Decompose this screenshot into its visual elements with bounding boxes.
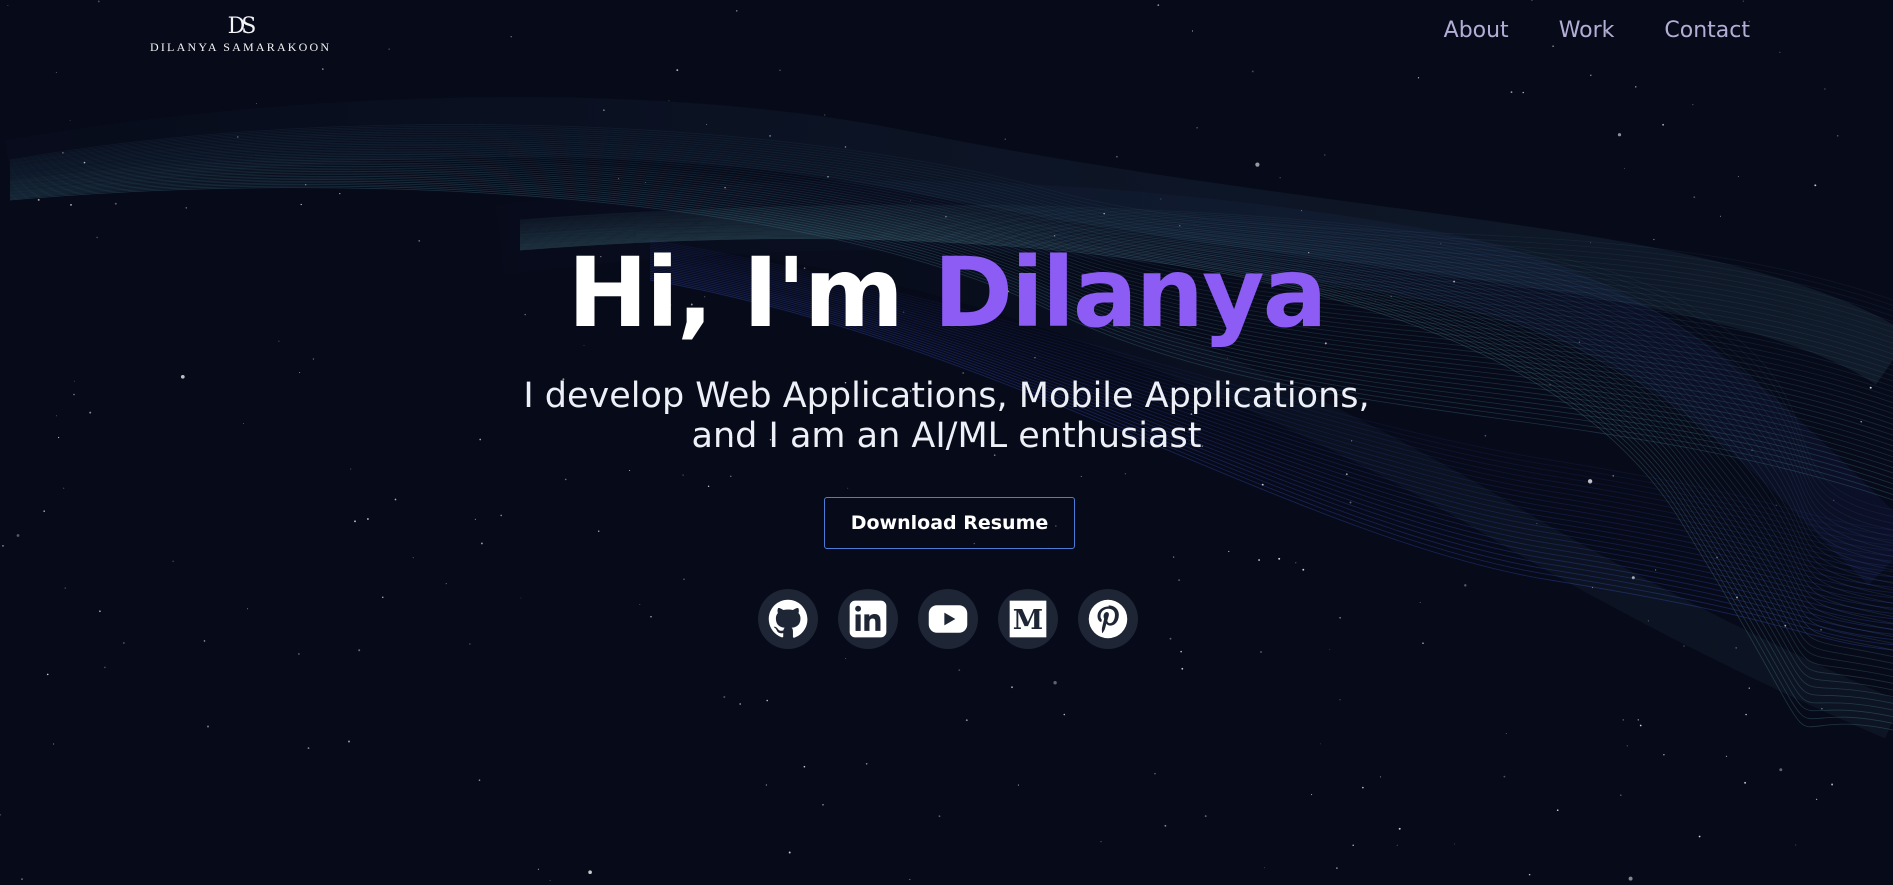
social-links: M — [758, 589, 1138, 649]
linkedin-link[interactable] — [838, 589, 898, 649]
logo[interactable]: DS DILANYA SAMARAKOON — [150, 14, 330, 55]
nav-work[interactable]: Work — [1559, 18, 1615, 43]
svg-text:M: M — [1013, 604, 1043, 636]
hero-subtitle-line2: and I am an AI/ML enthusiast — [691, 416, 1202, 456]
medium-link[interactable]: M — [998, 589, 1058, 649]
main-nav: About Work Contact — [1444, 18, 1750, 43]
youtube-link[interactable] — [918, 589, 978, 649]
medium-icon: M — [1009, 600, 1047, 638]
nav-about[interactable]: About — [1444, 18, 1509, 43]
pinterest-link[interactable] — [1078, 589, 1138, 649]
hero-subtitle-line1: I develop Web Applications, Mobile Appli… — [523, 376, 1370, 416]
hero-headline: Hi, I'm Dilanya — [0, 238, 1893, 348]
linkedin-icon — [849, 600, 887, 638]
logo-text: DILANYA SAMARAKOON — [150, 40, 332, 54]
download-resume-button[interactable]: Download Resume — [824, 497, 1075, 549]
hero-greeting: Hi, I'm — [567, 237, 934, 349]
hero-subtitle: I develop Web Applications, Mobile Appli… — [0, 376, 1893, 456]
nav-contact[interactable]: Contact — [1664, 18, 1750, 43]
pinterest-icon — [1088, 599, 1128, 639]
logo-mark: DS — [227, 14, 257, 39]
hero-name: Dilanya — [933, 237, 1327, 349]
github-icon — [768, 599, 808, 638]
github-link[interactable] — [758, 589, 818, 649]
page: DS DILANYA SAMARAKOON About Work Contact… — [0, 0, 1893, 885]
youtube-icon — [928, 605, 968, 633]
